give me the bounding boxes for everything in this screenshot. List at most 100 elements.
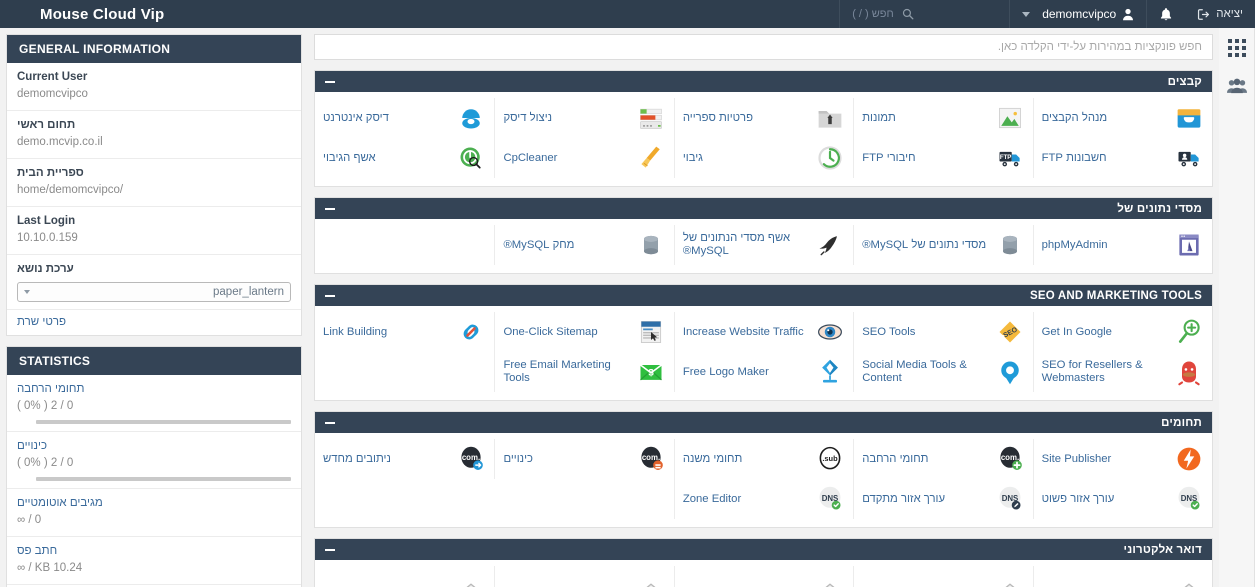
tool-item[interactable] <box>853 566 1032 587</box>
ftp-connections-icon: FTP <box>995 143 1025 173</box>
stat-value: 0 / 2 ( 0% ) <box>17 400 74 412</box>
general-information-card: GENERAL INFORMATION Current User demomcv… <box>6 34 302 336</box>
tool-item-label: גיבוי <box>682 151 703 164</box>
tool-item[interactable]: CpCleaner <box>494 138 673 178</box>
tool-item[interactable]: $ Free Email Marketing Tools <box>494 352 673 392</box>
tool-item-label: אשף הגיבוי <box>323 151 376 164</box>
tool-item[interactable]: .com כינויים <box>494 439 673 479</box>
tool-item[interactable]: אשף מסדי הנתונים של MySQL® <box>673 225 853 265</box>
right-rail <box>1219 28 1255 587</box>
tool-item-label: Link Building <box>323 325 388 338</box>
tool-item[interactable]: Get In Google <box>1032 312 1212 352</box>
sidebar-row-server-details[interactable]: פרטי שרת <box>7 310 301 335</box>
tool-item[interactable]: One-Click Sitemap <box>494 312 673 352</box>
tool-item[interactable]: Free Logo Maker <box>673 352 853 392</box>
directory-privacy-icon <box>815 103 845 133</box>
notifications-button[interactable] <box>1146 0 1185 28</box>
stat-row-bandwidth[interactable]: חתב פס 10.24 KB / ∞ <box>7 537 301 585</box>
collapse-icon[interactable] <box>325 294 335 297</box>
remote-mysql-icon <box>636 230 666 260</box>
stat-progress-bar <box>36 420 291 424</box>
logout-button[interactable]: יציאה <box>1185 0 1255 28</box>
disk-usage-icon <box>636 103 666 133</box>
tool-item[interactable] <box>673 566 853 587</box>
tool-item[interactable]: Site Publisher <box>1032 439 1212 479</box>
simple-zone-editor-icon: DNS <box>1174 484 1204 514</box>
tool-item[interactable]: מחק MySQL® <box>494 225 673 265</box>
tool-item[interactable] <box>1032 566 1212 587</box>
tool-item-label: Increase Website Traffic <box>682 325 804 338</box>
panel-grid: Site Publisher .com תחומי הרחבה sub. תחומי מ… <box>315 439 1212 519</box>
search-input[interactable]: חפש ( / ) <box>852 8 894 20</box>
phpmyadmin-icon <box>1174 230 1204 260</box>
collapse-icon[interactable] <box>325 548 335 551</box>
tool-item[interactable]: מסדי נתונים של MySQL® <box>853 225 1032 265</box>
panel-header: תחומים <box>315 412 1212 433</box>
theme-value: paper_lantern <box>213 286 284 298</box>
tool-item[interactable]: מנהל הקבצים <box>1032 98 1212 138</box>
mysql-wizard-icon <box>815 230 845 260</box>
statistics-title: STATISTICS <box>7 347 301 375</box>
tool-item[interactable]: גיבוי <box>673 138 853 178</box>
row-key: Current User <box>17 71 88 83</box>
collapse-icon[interactable] <box>325 207 335 210</box>
tool-item[interactable]: SEO SEO Tools <box>853 312 1032 352</box>
row-value: demomcvipco <box>17 88 88 100</box>
panel-title: תחומים <box>1161 416 1202 429</box>
apps-grid-button[interactable] <box>1225 36 1249 60</box>
tool-item[interactable]: דיסק אינטרנט <box>315 98 494 138</box>
tool-item[interactable]: DNS Zone Editor <box>673 479 853 519</box>
tool-item[interactable]: פרטיות ספרייה <box>673 98 853 138</box>
tool-item[interactable]: Social Media Tools & Content <box>853 352 1032 392</box>
images-icon <box>995 103 1025 133</box>
tool-item[interactable] <box>315 566 494 587</box>
user-menu[interactable]: demomcvipco <box>1009 0 1146 28</box>
email-marketing-icon: $ <box>636 357 666 387</box>
users-button[interactable] <box>1225 74 1249 98</box>
panel-grid: phpMyAdmin מסדי נתונים של MySQL® אשף מסדי … <box>315 225 1212 265</box>
stat-key[interactable]: חתב פס <box>17 543 291 560</box>
tool-item[interactable]: .com תחומי הרחבה <box>853 439 1032 479</box>
tool-item[interactable]: ניצול דיסק <box>494 98 673 138</box>
stat-row-aliases[interactable]: כינויים 0 / 2 ( 0% ) <box>7 432 301 489</box>
server-details-link[interactable]: פרטי שרת <box>17 316 291 328</box>
backup-wizard-icon <box>456 143 486 173</box>
svg-text:sub.: sub. <box>823 454 839 463</box>
tool-item[interactable]: DNS עורך אזור מתקדם <box>853 479 1032 519</box>
tool-item[interactable]: תמונות <box>853 98 1032 138</box>
stat-key[interactable]: תחומי הרחבה <box>17 381 291 398</box>
tool-item[interactable]: Link Building <box>315 312 494 352</box>
global-search[interactable]: חפש ( / ) <box>839 0 1009 28</box>
sitemap-icon <box>636 317 666 347</box>
tool-item-label: phpMyAdmin <box>1041 238 1108 251</box>
tool-item[interactable]: SEO for Resellers & Webmasters <box>1032 352 1212 392</box>
stat-key[interactable]: מגיבים אוטומטיים <box>17 495 291 512</box>
stat-row-autoresponders[interactable]: מגיבים אוטומטיים 0 / ∞ <box>7 489 301 537</box>
panel-title: קבצים <box>1167 75 1202 88</box>
panel-grid: מנהל הקבצים תמונות פרטיות ספרייה ניצול דיסק… <box>315 98 1212 178</box>
tool-item-label: Zone Editor <box>682 492 742 505</box>
tool-item[interactable]: .com ניתובים מחדש <box>315 439 494 479</box>
panel: תחומים Site Publisher .com תחומי הרחבה sub. ת… <box>314 411 1213 528</box>
stat-row-addon-domains[interactable]: תחומי הרחבה 0 / 2 ( 0% ) <box>7 375 301 432</box>
stat-value: 10.24 KB / ∞ <box>17 562 83 574</box>
tool-item[interactable]: sub. תחומי משנה <box>673 439 853 479</box>
tool-item[interactable]: FTP חיבורי FTP <box>853 138 1032 178</box>
tool-item[interactable]: Increase Website Traffic <box>673 312 853 352</box>
tool-item-label: עורך אזור מתקדם <box>862 492 946 505</box>
tool-item[interactable]: phpMyAdmin <box>1032 225 1212 265</box>
theme-select[interactable]: paper_lantern <box>17 282 291 302</box>
stat-key[interactable]: כינויים <box>17 438 291 455</box>
panel-body: מנהל הקבצים תמונות פרטיות ספרייה ניצול דיסק… <box>315 92 1212 186</box>
tool-item[interactable]: חשבונות FTP <box>1032 138 1212 178</box>
tool-item[interactable]: DNS עורך אזור פשוט <box>1032 479 1212 519</box>
tool-item-label: Get In Google <box>1041 325 1112 338</box>
backup-icon <box>815 143 845 173</box>
collapse-icon[interactable] <box>325 80 335 83</box>
function-search-input[interactable]: חפש פונקציות במהירות על-ידי הקלדה כאן. <box>314 34 1213 60</box>
tool-item[interactable]: אשף הגיבוי <box>315 138 494 178</box>
panel: דואר אלקטרוני <box>314 538 1213 587</box>
redirects-icon: .com <box>456 444 486 474</box>
tool-item[interactable] <box>494 566 673 587</box>
collapse-icon[interactable] <box>325 421 335 424</box>
